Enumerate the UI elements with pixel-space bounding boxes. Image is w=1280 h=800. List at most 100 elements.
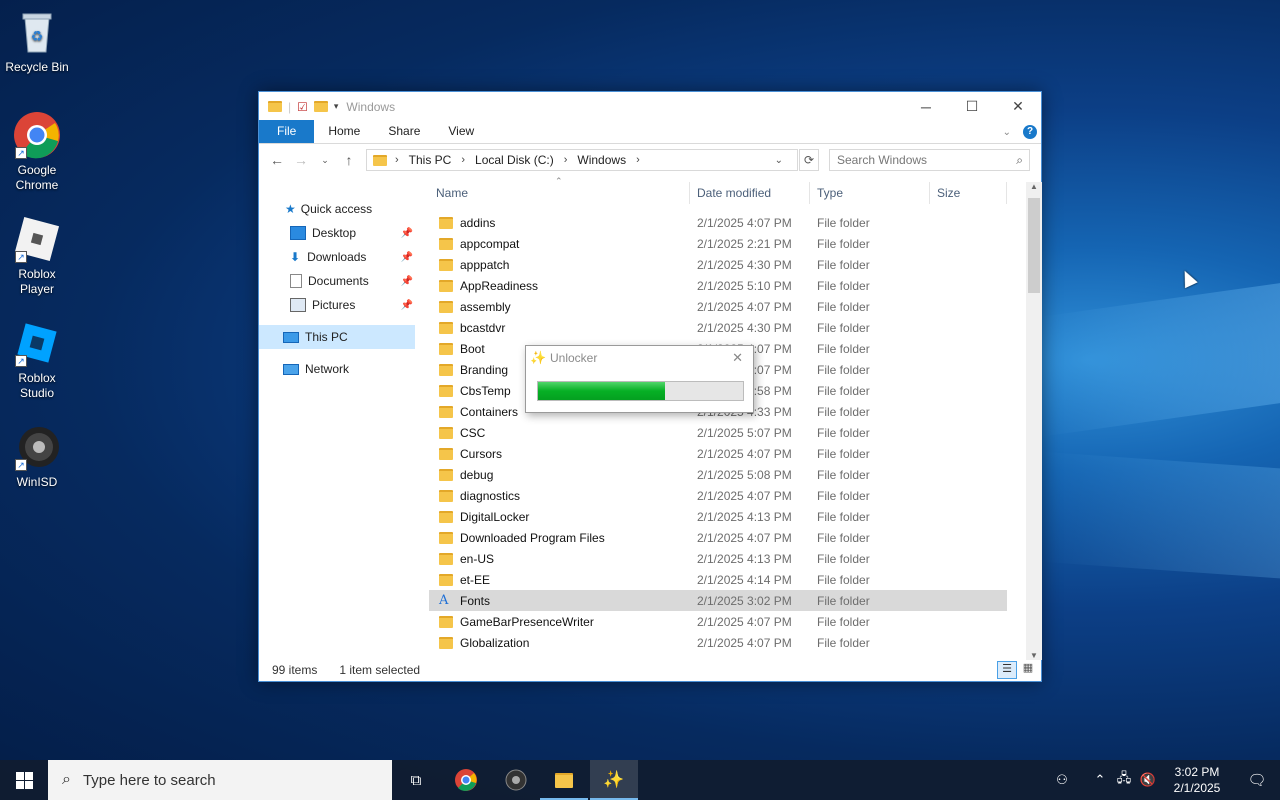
forward-button[interactable]: → [289, 152, 313, 168]
svg-text:♻: ♻ [31, 28, 44, 44]
desktop-icon-winisd[interactable]: ↗ WinISD [0, 423, 74, 490]
pin-icon[interactable]: 📌 [401, 300, 413, 311]
table-row[interactable]: appcompat 2/1/2025 2:21 PM File folder [429, 233, 1007, 254]
notification-icon[interactable]: 🗨 [1234, 771, 1280, 789]
sidebar-item-pictures[interactable]: Pictures 📌 [259, 293, 415, 317]
details-view-icon[interactable]: ☰ [997, 661, 1017, 679]
table-row[interactable]: AppReadiness 2/1/2025 5:10 PM File folder [429, 275, 1007, 296]
taskbar-chrome[interactable] [442, 760, 490, 800]
column-size[interactable]: Size [930, 182, 1007, 204]
title-bar[interactable]: | ☑ ▾ Windows ─ ☐ ✕ [259, 92, 1041, 121]
table-row[interactable]: et-EE 2/1/2025 4:14 PM File folder [429, 569, 1007, 590]
sidebar-item-this-pc[interactable]: This PC [259, 325, 415, 349]
vertical-scrollbar[interactable]: ▲ ▼ [1026, 182, 1042, 660]
chevron-right-icon: › [395, 154, 399, 166]
table-row[interactable]: A Fonts 2/1/2025 3:02 PM File folder [429, 590, 1007, 611]
help-icon[interactable]: ? [1023, 125, 1037, 139]
table-row[interactable]: Cursors 2/1/2025 4:07 PM File folder [429, 443, 1007, 464]
file-type: File folder [817, 215, 870, 230]
sidebar-item-network[interactable]: Network [259, 357, 415, 381]
close-button[interactable]: ✕ [995, 92, 1041, 121]
sidebar-item-quick-access[interactable]: ★ Quick access [259, 197, 415, 221]
minimize-button[interactable]: ─ [903, 92, 949, 121]
file-name: appcompat [460, 236, 520, 251]
date-modified: 2/1/2025 3:02 PM [697, 593, 792, 608]
address-dropdown-icon[interactable]: ⌄ [775, 155, 783, 166]
new-folder-icon[interactable] [313, 101, 328, 112]
sidebar-item-documents[interactable]: Documents 📌 [259, 269, 415, 293]
start-button[interactable] [0, 760, 48, 800]
table-row[interactable]: bcastdvr 2/1/2025 4:30 PM File folder [429, 317, 1007, 338]
close-icon[interactable]: ✕ [732, 350, 743, 366]
item-count: 99 items [272, 663, 318, 677]
folder-icon [439, 552, 453, 565]
folder-icon [439, 363, 453, 376]
sidebar-item-label: Pictures [312, 298, 356, 312]
volume-muted-icon[interactable]: 🔇 [1136, 772, 1160, 788]
sidebar-item-desktop[interactable]: Desktop 📌 [259, 221, 415, 245]
column-date-modified[interactable]: Date modified [690, 182, 810, 204]
properties-icon[interactable]: ☑ [297, 100, 308, 114]
people-icon[interactable]: ⚇ [1050, 772, 1074, 788]
column-type[interactable]: Type [810, 182, 930, 204]
scroll-thumb[interactable] [1028, 198, 1040, 293]
table-row[interactable]: GameBarPresenceWriter 2/1/2025 4:07 PM Fil… [429, 611, 1007, 632]
desktop-icon-chrome[interactable]: ↗ Google Chrome [0, 111, 74, 193]
expand-ribbon-icon[interactable]: ⌄ [1003, 127, 1011, 138]
address-bar[interactable]: › This PC › Local Disk (C:) › Windows › … [366, 149, 798, 171]
taskbar-search-box[interactable]: ⌕ Type here to search [48, 760, 392, 800]
up-button[interactable]: ↑ [337, 152, 361, 168]
breadcrumb-this-pc[interactable]: This PC [409, 153, 452, 167]
file-name: debug [460, 467, 494, 482]
dialog-title-bar[interactable]: ✨ Unlocker ✕ [526, 346, 753, 370]
breadcrumb-local-disk[interactable]: Local Disk (C:) [475, 153, 554, 167]
table-row[interactable]: apppatch 2/1/2025 4:30 PM File folder [429, 254, 1007, 275]
tab-home[interactable]: Home [314, 120, 374, 143]
table-row[interactable]: diagnostics 2/1/2025 4:07 PM File folder [429, 485, 1007, 506]
pin-icon[interactable]: 📌 [401, 252, 413, 263]
taskbar-file-explorer[interactable] [540, 760, 588, 800]
back-button[interactable]: ← [265, 152, 289, 168]
table-row[interactable]: addins 2/1/2025 4:07 PM File folder [429, 212, 1007, 233]
table-row[interactable]: assembly 2/1/2025 4:07 PM File folder [429, 296, 1007, 317]
task-view-button[interactable]: ⧉ [392, 760, 440, 800]
clock[interactable]: 3:02 PM 2/1/2025 [1160, 764, 1234, 796]
recent-locations-button[interactable]: ⌄ [313, 155, 337, 166]
date-modified: 2/1/2025 4:07 PM [697, 635, 792, 650]
sidebar-item-downloads[interactable]: ⬇ Downloads 📌 [259, 245, 415, 269]
tab-file[interactable]: File [259, 120, 315, 143]
breadcrumb-windows[interactable]: Windows [577, 153, 626, 167]
date-modified: 2/1/2025 4:07 PM [697, 446, 792, 461]
search-input[interactable]: Search Windows ⌕ [829, 149, 1030, 171]
table-row[interactable]: Downloaded Program Files 2/1/2025 4:07 PM… [429, 527, 1007, 548]
file-type: File folder [817, 320, 870, 335]
table-row[interactable]: Globalization 2/1/2025 4:07 PM File folder [429, 632, 1007, 653]
system-tray: ⚇ ⌃ 🖧 🔇 3:02 PM 2/1/2025 🗨 [1050, 760, 1280, 800]
table-row[interactable]: en-US 2/1/2025 4:13 PM File folder [429, 548, 1007, 569]
network-icon[interactable]: 🖧 [1112, 769, 1136, 791]
shortcut-arrow-icon: ↗ [15, 251, 27, 263]
pictures-icon [290, 298, 306, 312]
table-row[interactable]: debug 2/1/2025 5:08 PM File folder [429, 464, 1007, 485]
tab-share[interactable]: Share [374, 120, 434, 143]
scroll-up-icon[interactable]: ▲ [1026, 182, 1042, 191]
pin-icon[interactable]: 📌 [401, 228, 413, 239]
date-modified: 2/1/2025 4:07 PM [697, 215, 792, 230]
taskbar-winisd[interactable] [492, 760, 540, 800]
customize-toolbar-icon[interactable]: ▾ [334, 101, 339, 112]
show-hidden-icons-icon[interactable]: ⌃ [1088, 772, 1112, 788]
desktop-icon-recycle-bin[interactable]: ♻ Recycle Bin [0, 8, 74, 75]
tab-view[interactable]: View [434, 120, 488, 143]
desktop-icon-roblox-player[interactable]: ↗ Roblox Player [0, 215, 74, 297]
large-icons-view-icon[interactable]: ▦ [1019, 661, 1037, 679]
maximize-button[interactable]: ☐ [949, 92, 995, 121]
divider: | [288, 99, 292, 114]
taskbar-unlocker[interactable]: ✨ [590, 760, 638, 800]
table-row[interactable]: DigitalLocker 2/1/2025 4:13 PM File folder [429, 506, 1007, 527]
desktop-icon-roblox-studio[interactable]: ↗ Roblox Studio [0, 319, 74, 401]
file-name: Containers [460, 404, 519, 419]
progress-fill [538, 382, 666, 400]
pin-icon[interactable]: 📌 [401, 276, 413, 287]
table-row[interactable]: CSC 2/1/2025 5:07 PM File folder [429, 422, 1007, 443]
refresh-button[interactable]: ⟳ [799, 149, 819, 171]
